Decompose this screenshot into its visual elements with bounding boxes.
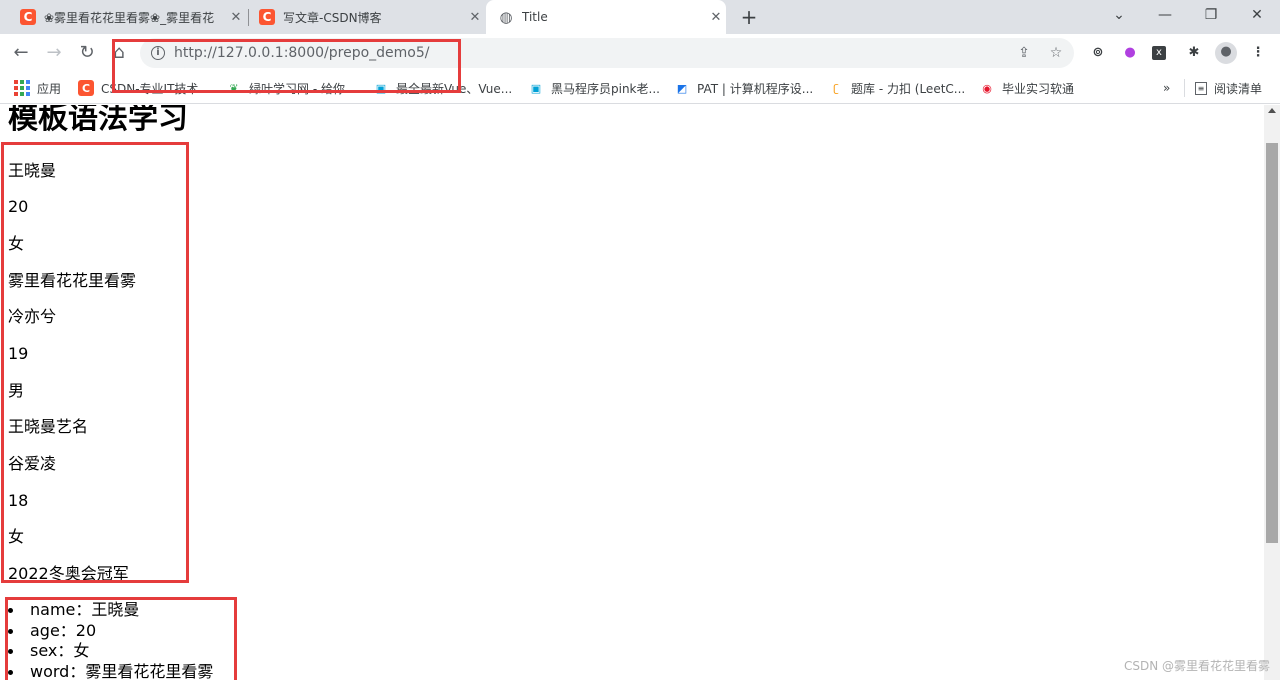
csdn-icon: C [78, 80, 94, 96]
field-name: 王晓曼 [8, 161, 57, 180]
restore-button[interactable]: ❐ [1188, 0, 1234, 30]
tab-divider [248, 9, 249, 26]
reading-list[interactable]: ≡ 阅读清单 [1184, 79, 1262, 97]
bookmark-csdn[interactable]: C CSDN-专业IT技术... [78, 79, 210, 97]
new-tab-button[interactable]: + [737, 5, 761, 29]
page-title: 模板语法学习 [8, 105, 188, 136]
page-viewport: 模板语法学习 王晓曼 20 女 雾里看花花里看雾 冷亦兮 19 男 王晓曼艺名 … [0, 105, 1264, 680]
reload-icon[interactable]: ↻ [74, 41, 100, 65]
tab-csdn-blog[interactable]: C ❀雾里看花花里看雾❀_雾里看花 ✕ [12, 0, 246, 34]
back-arrow-icon[interactable]: ← [8, 41, 34, 65]
browser-toolbar: ← → ↻ ⌂ i http://127.0.0.1:8000/prepo_de… [0, 34, 1280, 72]
chevron-down-icon[interactable]: ⌄ [1096, 0, 1142, 30]
field-word: 雾里看花花里看雾 [8, 271, 137, 290]
reading-list-icon: ≡ [1195, 81, 1207, 95]
bookmark-label: 题库 - 力扣 (LeetC... [851, 81, 966, 96]
field-sex: 女 [8, 527, 25, 546]
bookmark-label: 应用 [37, 81, 62, 96]
home-icon[interactable]: ⌂ [106, 41, 132, 65]
list-item: sex：女 [8, 641, 213, 662]
tab-strip: C ❀雾里看花花里看雾❀_雾里看花 ✕ C 写文章-CSDN博客 ✕ ◍ Tit… [0, 0, 1280, 34]
star-icon[interactable]: ☆ [1046, 43, 1066, 63]
url-text[interactable]: http://127.0.0.1:8000/prepo_demo5/ [174, 45, 429, 61]
extension-x-icon[interactable]: x [1152, 46, 1166, 60]
list-item: age：20 [8, 621, 213, 642]
scrollbar-thumb[interactable] [1266, 143, 1278, 543]
bilibili-icon: ▣ [375, 81, 387, 95]
field-age: 18 [8, 491, 29, 510]
info-icon[interactable]: i [151, 46, 165, 60]
share-icon[interactable]: ⇪ [1014, 43, 1034, 63]
forward-arrow-icon[interactable]: → [41, 41, 67, 65]
list-item: name：王晓曼 [8, 600, 213, 621]
vertical-scrollbar[interactable] [1264, 105, 1280, 680]
bookmark-pat[interactable]: ◩ PAT | 计算机程序设... [674, 79, 813, 97]
person-detail-list: name：王晓曼 age：20 sex：女 word：雾里看花花里看雾 [8, 600, 213, 680]
url-scheme-host: http://127.0.0.1 [174, 45, 284, 61]
tab-title: 写文章-CSDN博客 [283, 10, 382, 25]
weibo-icon: ◉ [982, 81, 992, 95]
bookmark-label: CSDN-专业IT技术... [101, 81, 210, 96]
bookmark-label: PAT | 计算机程序设... [697, 81, 814, 96]
puzzle-icon[interactable]: ✱ [1184, 43, 1204, 63]
bookmark-lvye[interactable]: ❦ 绿叶学习网 - 给你... [226, 79, 356, 97]
window-close-button[interactable]: ✕ [1234, 0, 1280, 30]
extension-link-icon[interactable]: ⊚ [1088, 43, 1108, 63]
bookmarks-bar: 应用 C CSDN-专业IT技术... ❦ 绿叶学习网 - 给你... ▣ 最全… [0, 72, 1280, 104]
scroll-up-arrow-icon[interactable] [1268, 108, 1276, 113]
more-menu-icon[interactable]: ⋮ [1248, 43, 1268, 63]
field-age: 19 [8, 344, 29, 363]
close-icon[interactable]: ✕ [465, 10, 485, 25]
tab-title: Title [522, 10, 548, 24]
minimize-button[interactable]: — [1142, 0, 1188, 30]
bookmark-label: 毕业实习软通 [1002, 81, 1075, 96]
bookmark-ruantong[interactable]: ◉ 毕业实习软通 [979, 79, 1074, 97]
field-word: 王晓曼艺名 [8, 417, 89, 436]
extension-purple-icon[interactable]: ● [1120, 43, 1140, 63]
bookmark-heima[interactable]: ▣ 黑马程序员pink老... [528, 79, 660, 97]
watermark: CSDN @雾里看花花里看雾 [1123, 659, 1270, 673]
field-word: 2022冬奥会冠军 [8, 564, 129, 583]
close-icon[interactable]: ✕ [706, 10, 726, 25]
bookmark-vue[interactable]: ▣ 最全最新Vue、Vue... [373, 79, 512, 97]
field-name: 冷亦兮 [8, 307, 57, 326]
field-name: 谷爱凌 [8, 454, 57, 473]
leaf-icon: ❦ [229, 81, 239, 95]
csdn-icon: C [259, 9, 275, 25]
bilibili-icon: ▣ [530, 81, 542, 95]
tab-title: ❀雾里看花花里看雾❀_雾里看花 [44, 10, 215, 25]
pat-icon: ◩ [676, 81, 688, 95]
bookmark-label: 绿叶学习网 - 给你... [249, 81, 357, 96]
bookmark-apps[interactable]: 应用 [14, 79, 61, 97]
list-item: word：雾里看花花里看雾 [8, 662, 213, 680]
field-age: 20 [8, 197, 29, 216]
field-sex: 男 [8, 381, 25, 400]
tab-write-article[interactable]: C 写文章-CSDN博客 ✕ [251, 0, 485, 34]
bookmark-leetcode[interactable]: ʗ 题库 - 力扣 (LeetC... [828, 79, 965, 97]
tab-active-title[interactable]: ◍ Title ✕ [486, 0, 726, 34]
url-path: :8000/prepo_demo5/ [283, 45, 430, 61]
bookmark-label: 黑马程序员pink老... [551, 81, 660, 96]
globe-icon: ◍ [499, 8, 513, 26]
profile-avatar-icon[interactable]: ● [1215, 42, 1237, 64]
csdn-icon: C [20, 9, 36, 25]
field-sex: 女 [8, 234, 25, 253]
address-bar[interactable]: i http://127.0.0.1:8000/prepo_demo5/ ⇪ ☆ [140, 38, 1074, 68]
more-bookmarks-icon[interactable]: » [1163, 79, 1170, 97]
apps-grid-icon [14, 80, 30, 96]
close-icon[interactable]: ✕ [226, 10, 246, 25]
reading-list-label: 阅读清单 [1214, 81, 1263, 96]
leetcode-icon: ʗ [833, 81, 839, 95]
bookmark-label: 最全最新Vue、Vue... [396, 81, 513, 96]
